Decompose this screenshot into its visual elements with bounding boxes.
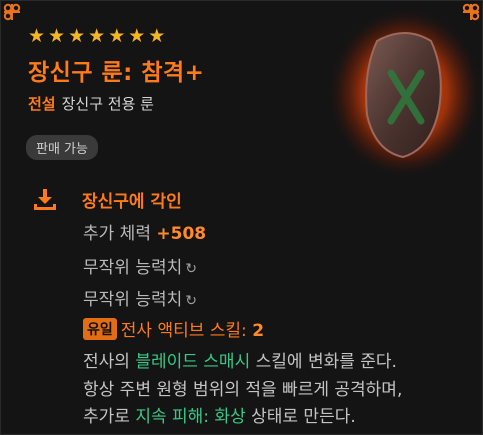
- unique-skill-line: 유일 전사 액티브 스킬: 2: [83, 316, 264, 341]
- skill-name: 블레이드 스매시: [135, 352, 251, 372]
- item-tooltip: ★ ★ ★ ★ ★ ★ ★ 장신구 룬: 참격+ 전설 장신구 전용 룬 판매 가능: [0, 0, 483, 435]
- stat-label: 추가 체력: [83, 224, 157, 244]
- desc-text: 추가로: [83, 407, 136, 427]
- engrave-download-icon: [34, 189, 56, 210]
- unique-tag: 유일: [83, 318, 117, 340]
- description-line: 추가로 지속 피해: 화상 상태로 만든다.: [83, 402, 356, 427]
- desc-text: 상태로 만든다.: [245, 407, 356, 427]
- star-icon: ★: [28, 25, 46, 47]
- stat-value: +508: [156, 224, 207, 244]
- item-subtype: 장신구 전용 룬: [61, 95, 154, 113]
- random-stat-label: 무작위 능력치: [83, 290, 183, 310]
- sellable-badge: 판매 가능: [26, 135, 98, 160]
- star-icon: ★: [108, 25, 126, 47]
- random-stat-line: 무작위 능력치 ↻: [83, 253, 197, 278]
- item-subtitle: 전설 장신구 전용 룬: [28, 93, 154, 114]
- rune-stone-icon: [327, 11, 483, 179]
- reroll-icon: ↻: [185, 261, 197, 277]
- item-name: 장신구 룬: 참격+: [28, 60, 205, 86]
- description-line: 항상 주변 원형 범위의 적을 빠르게 공격하며,: [83, 380, 403, 400]
- effect-name: 지속 피해: 화상: [135, 407, 246, 427]
- stat-line: 추가 체력 +508: [83, 219, 206, 244]
- random-stat-line: 무작위 능력치 ↻: [83, 285, 197, 310]
- corner-knot-icon: [3, 3, 21, 21]
- star-icon: ★: [148, 25, 166, 47]
- rarity-label: 전설: [28, 95, 56, 113]
- star-icon: ★: [128, 25, 146, 47]
- skill-value: 2: [252, 321, 265, 341]
- desc-text: 전사의: [83, 352, 136, 372]
- star-icon: ★: [48, 25, 66, 47]
- desc-text: 스킬에 변화를 준다.: [250, 352, 397, 372]
- skill-label: 전사 액티브 스킬:: [120, 321, 253, 341]
- reroll-icon: ↻: [185, 293, 197, 309]
- engrave-title: 장신구에 각인: [82, 191, 182, 212]
- star-icon: ★: [68, 25, 86, 47]
- random-stat-label: 무작위 능력치: [83, 258, 183, 278]
- star-icon: ★: [88, 25, 106, 47]
- star-rating: ★ ★ ★ ★ ★ ★ ★: [28, 26, 165, 46]
- description-line: 전사의 블레이드 스매시 스킬에 변화를 준다.: [83, 347, 397, 372]
- engrave-section: 장신구에 각인: [32, 185, 472, 213]
